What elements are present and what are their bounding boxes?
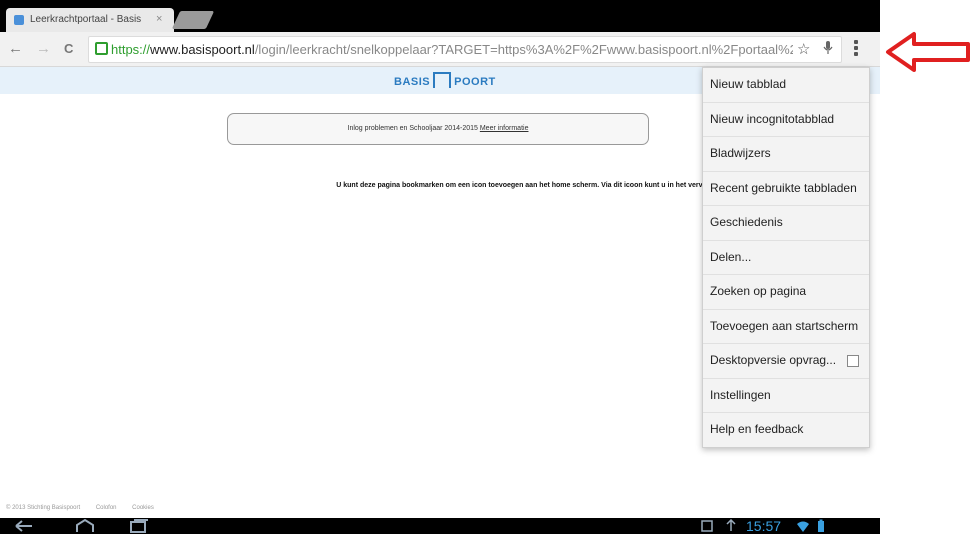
microphone-icon[interactable] [823, 40, 833, 60]
tab-close-icon[interactable]: × [156, 13, 162, 25]
menu-item-share[interactable]: Delen... [703, 241, 869, 275]
more-info-link[interactable]: Meer informatie [480, 125, 529, 132]
footer-colofon-link[interactable]: Colofon [96, 505, 117, 511]
menu-item-history[interactable]: Geschiedenis [703, 206, 869, 241]
menu-item-new-tab[interactable]: Nieuw tabblad [703, 68, 869, 103]
notification-icon [700, 519, 714, 534]
basispoort-logo[interactable]: BASIS POORT [394, 72, 496, 88]
reload-icon[interactable]: C [64, 41, 73, 56]
url-path: /login/leerkracht/snelkoppelaar?TARGET=h… [254, 42, 793, 57]
system-clock: 15:57 [746, 518, 782, 534]
menu-item-new-incognito-tab[interactable]: Nieuw incognitotabblad [703, 103, 869, 137]
footer-cookies-link[interactable]: Cookies [132, 505, 154, 511]
menu-item-help-feedback[interactable]: Help en feedback [703, 413, 869, 447]
system-home-icon[interactable] [74, 518, 96, 534]
menu-item-add-to-homescreen[interactable]: Toevoegen aan startscherm [703, 310, 869, 344]
bookmark-star-icon[interactable]: ☆ [797, 40, 810, 58]
menu-item-settings[interactable]: Instellingen [703, 379, 869, 413]
tab-title: Leerkrachtportaal - Basis [30, 14, 142, 25]
forward-icon[interactable]: → [36, 40, 51, 57]
back-icon[interactable]: ← [8, 40, 23, 57]
tablet-screen: Leerkrachtportaal - Basis × ← → C https:… [0, 0, 880, 534]
logo-text-right: POORT [454, 76, 496, 88]
logo-text-left: BASIS [394, 76, 431, 88]
wifi-icon [796, 519, 810, 534]
usb-icon [724, 518, 738, 534]
tab-leerkrachtportaal[interactable]: Leerkrachtportaal - Basis × [6, 8, 174, 32]
battery-icon [816, 519, 826, 534]
logo-bracket-icon [433, 72, 452, 88]
annotation-arrow-icon [880, 30, 974, 74]
url-text[interactable]: https://www.basispoort.nl/login/leerkrac… [111, 42, 793, 57]
address-bar[interactable]: https://www.basispoort.nl/login/leerkrac… [88, 36, 842, 63]
bookmark-instruction-text: U kunt deze pagina bookmarken om een ico… [336, 182, 820, 189]
android-system-bar: 15:57 [0, 518, 880, 534]
lock-icon [95, 42, 108, 55]
request-desktop-checkbox[interactable] [847, 355, 859, 367]
url-scheme: https:// [111, 42, 151, 57]
menu-item-request-desktop[interactable]: Desktopversie opvrag... [703, 344, 869, 379]
page-footer: © 2013 Stichting Basispoort Colofon Cook… [6, 505, 168, 511]
new-tab-button[interactable] [171, 11, 215, 29]
menu-item-request-desktop-label: Desktopversie opvrag... [710, 353, 837, 367]
menu-item-recent-tabs[interactable]: Recent gebruikte tabbladen [703, 172, 869, 206]
tab-strip: Leerkrachtportaal - Basis × [0, 0, 880, 32]
url-host: www.basispoort.nl [150, 42, 255, 57]
notice-text: Inlog problemen en Schooljaar 2014-2015 [347, 125, 478, 132]
favicon-icon [14, 15, 24, 25]
menu-overflow-button[interactable] [852, 38, 860, 60]
system-recent-apps-icon[interactable] [128, 519, 150, 534]
browser-toolbar: ← → C https://www.basispoort.nl/login/le… [0, 32, 880, 67]
notice-box: Inlog problemen en Schooljaar 2014-2015 … [227, 113, 649, 145]
menu-item-bookmarks[interactable]: Bladwijzers [703, 137, 869, 172]
system-back-icon[interactable] [14, 519, 36, 534]
footer-copyright: © 2013 Stichting Basispoort [6, 505, 81, 511]
menu-item-find-in-page[interactable]: Zoeken op pagina [703, 275, 869, 310]
overflow-menu: Nieuw tabblad Nieuw incognitotabblad Bla… [702, 67, 870, 448]
